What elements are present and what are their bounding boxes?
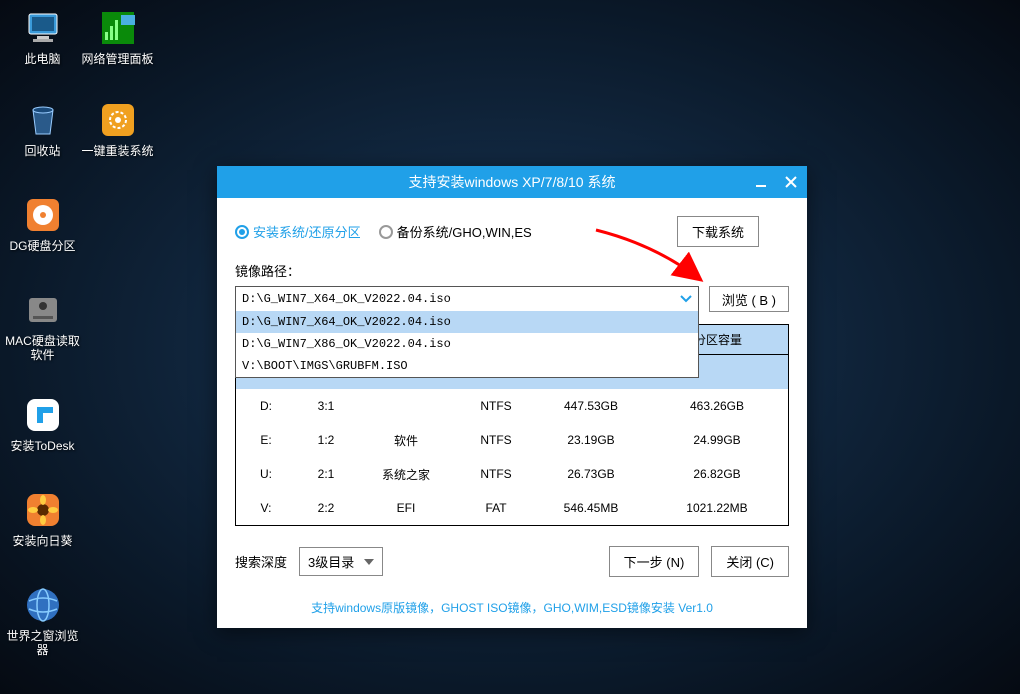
radio-label: 安装系统/还原分区 xyxy=(253,222,361,241)
desktop-icon-label: 一键重装系统 xyxy=(80,144,155,158)
desktop-icon-recycle-bin[interactable]: 回收站 xyxy=(5,100,80,158)
network-panel-icon xyxy=(98,8,138,48)
mac-disk-icon xyxy=(23,290,63,330)
desktop-icon-dg-partition[interactable]: DG硬盘分区 xyxy=(5,195,80,253)
browse-button[interactable]: 浏览 ( B ) xyxy=(709,286,789,312)
desktop-icon-label: 安装向日葵 xyxy=(5,534,80,548)
table-row[interactable]: U: 2:1 系统之家 NTFS 26.73GB 26.82GB xyxy=(236,457,788,491)
todesk-icon xyxy=(23,395,63,435)
desktop-icon-label: 安装ToDesk xyxy=(5,439,80,453)
dropdown-option[interactable]: D:\G_WIN7_X64_OK_V2022.04.iso xyxy=(236,311,698,333)
desktop-icon-label: DG硬盘分区 xyxy=(5,239,80,253)
desktop-icon-label: 回收站 xyxy=(5,144,80,158)
combo-value: D:\G_WIN7_X64_OK_V2022.04.iso xyxy=(242,292,451,306)
minimize-button[interactable] xyxy=(753,174,769,190)
titlebar[interactable]: 支持安装windows XP/7/8/10 系统 xyxy=(217,166,807,198)
mode-radio-group: 安装系统/还原分区 备份系统/GHO,WIN,ES xyxy=(235,222,532,241)
desktop-icon-label: MAC硬盘读取软件 xyxy=(5,334,80,363)
recycle-bin-icon xyxy=(23,100,63,140)
search-depth-select[interactable]: 3级目录 xyxy=(299,547,383,576)
desktop-icon-label: 世界之窗浏览器 xyxy=(5,629,80,658)
desktop-icon-todesk[interactable]: 安装ToDesk xyxy=(5,395,80,453)
dropdown-option[interactable]: V:\BOOT\IMGS\GRUBFM.ISO xyxy=(236,355,698,377)
table-row[interactable]: V: 2:2 EFI FAT 546.45MB 1021.22MB xyxy=(236,491,788,525)
computer-icon xyxy=(23,8,63,48)
desktop-icon-label: 此电脑 xyxy=(5,52,80,66)
image-path-label: 镜像路径： xyxy=(235,261,789,280)
sunflower-icon xyxy=(23,490,63,530)
footer-text: 支持windows原版镜像，GHOST ISO镜像，GHO,WIM,ESD镜像安… xyxy=(217,589,807,628)
table-row[interactable]: E: 1:2 软件 NTFS 23.19GB 24.99GB xyxy=(236,423,788,457)
desktop-icon-this-pc[interactable]: 此电脑 xyxy=(5,8,80,66)
window-title: 支持安装windows XP/7/8/10 系统 xyxy=(409,172,616,192)
desktop-icon-reinstall[interactable]: 一键重装系统 xyxy=(80,100,155,158)
radio-install-restore[interactable]: 安装系统/还原分区 xyxy=(235,222,361,241)
radio-label: 备份系统/GHO,WIN,ES xyxy=(397,222,532,241)
image-path-dropdown: D:\G_WIN7_X64_OK_V2022.04.iso D:\G_WIN7_… xyxy=(235,311,699,378)
close-button-bottom[interactable]: 关闭 (C) xyxy=(711,546,789,577)
image-path-combobox[interactable]: D:\G_WIN7_X64_OK_V2022.04.iso xyxy=(235,286,699,312)
desktop-icon-network-panel[interactable]: 网络管理面板 xyxy=(80,8,155,66)
radio-backup[interactable]: 备份系统/GHO,WIN,ES xyxy=(379,222,532,241)
search-depth-label: 搜索深度 xyxy=(235,552,287,571)
table-row[interactable]: D: 3:1 NTFS 447.53GB 463.26GB xyxy=(236,389,788,423)
desktop-icon-sunflower[interactable]: 安装向日葵 xyxy=(5,490,80,548)
next-button[interactable]: 下一步 (N) xyxy=(609,546,700,577)
close-button[interactable] xyxy=(783,174,799,190)
select-value: 3级目录 xyxy=(308,552,354,571)
globe-icon xyxy=(23,585,63,625)
disk-partition-icon xyxy=(23,195,63,235)
desktop-icon-browser[interactable]: 世界之窗浏览器 xyxy=(5,585,80,658)
reinstall-icon xyxy=(98,100,138,140)
desktop-icon-label: 网络管理面板 xyxy=(80,52,155,66)
installer-window: 支持安装windows XP/7/8/10 系统 安装系统/还原分区 备份系统/… xyxy=(217,166,807,628)
dropdown-option[interactable]: D:\G_WIN7_X86_OK_V2022.04.iso xyxy=(236,333,698,355)
desktop-icon-mac-disk[interactable]: MAC硬盘读取软件 xyxy=(5,290,80,363)
chevron-down-icon xyxy=(364,559,374,565)
download-system-button[interactable]: 下载系统 xyxy=(677,216,759,247)
chevron-down-icon xyxy=(680,295,692,303)
